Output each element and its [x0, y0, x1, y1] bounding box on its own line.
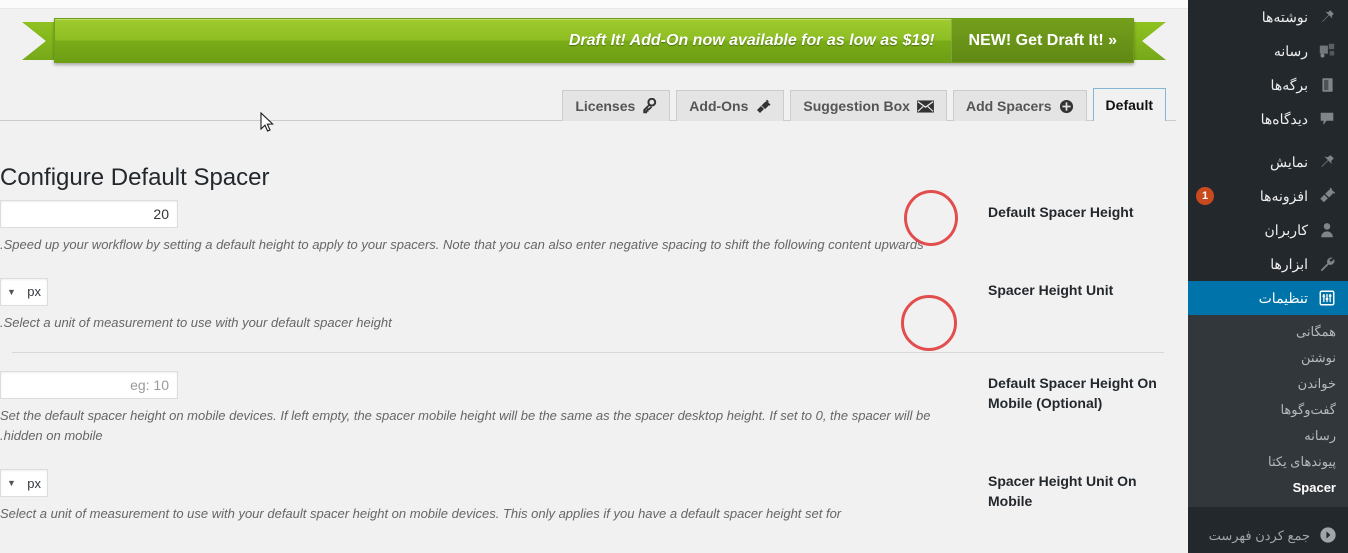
tab-licenses-label: Licenses	[575, 98, 636, 114]
sidebar-item-posts[interactable]: نوشته‌ها	[1188, 0, 1348, 34]
plus-circle-icon	[1059, 99, 1074, 114]
desc-spacer-height-unit: Select a unit of measurement to use with…	[0, 314, 392, 330]
sidebar-item-pages-label: برگه‌ها	[1270, 77, 1308, 93]
label-spacer-height-unit: Spacer Height Unit	[988, 281, 1114, 298]
settings-icon	[1317, 288, 1337, 308]
sidebar-item-media[interactable]: رسانه	[1188, 34, 1348, 68]
sidebar-item-plugins[interactable]: افزونه‌ها 1	[1188, 179, 1348, 213]
ribbon-body: « !NEW! Get Draft It !Draft It! Add-On n…	[54, 18, 1134, 63]
submenu-item-discussion[interactable]: گفت‌وگوها	[1188, 397, 1348, 423]
main-content: « !NEW! Get Draft It !Draft It! Add-On n…	[0, 0, 1188, 553]
submenu-item-media[interactable]: رسانه	[1188, 423, 1348, 449]
media-icon	[1317, 41, 1337, 61]
tab-licenses[interactable]: Licenses	[562, 90, 671, 121]
collapse-arrow-icon	[1319, 526, 1337, 547]
form-row-mobile-unit: Spacer Height Unit On Mobile px ▼ Select…	[0, 465, 1176, 529]
sidebar-item-settings[interactable]: تنظیمات	[1188, 281, 1348, 315]
tab-suggestion-box[interactable]: Suggestion Box	[790, 90, 947, 121]
sidebar-item-posts-label: نوشته‌ها	[1261, 9, 1308, 25]
collapse-menu-label: جمع کردن فهرست	[1208, 528, 1310, 543]
admin-sidebar: نوشته‌ها رسانه برگه‌ها دیدگاه‌ها ن	[1188, 0, 1348, 553]
submenu-item-general[interactable]: همگانی	[1188, 319, 1348, 345]
promo-message: !Draft It! Add-On now available for as l…	[568, 31, 935, 49]
submenu-item-writing[interactable]: نوشتن	[1188, 345, 1348, 371]
sidebar-item-tools-label: ابزارها	[1270, 256, 1308, 272]
tab-default[interactable]: Default	[1092, 88, 1166, 121]
form-row-spacer-height-unit: Spacer Height Unit px ▼ Select a unit of…	[0, 274, 1176, 338]
appearance-icon	[1317, 152, 1337, 172]
tab-default-label: Default	[1105, 97, 1153, 113]
sidebar-item-media-label: رسانه	[1273, 43, 1308, 59]
envelope-icon	[917, 99, 934, 113]
sidebar-item-appearance-label: نمایش	[1269, 154, 1308, 170]
submenu-item-spacer[interactable]: Spacer	[1188, 475, 1348, 501]
chevron-down-icon: ▼	[7, 478, 16, 489]
users-icon	[1317, 220, 1337, 240]
settings-form: Default Spacer Height Speed up your work…	[0, 196, 1176, 529]
sidebar-item-comments[interactable]: دیدگاه‌ها	[1188, 102, 1348, 136]
tab-add-ons-label: Add-Ons	[689, 98, 749, 114]
spacer-height-unit-select[interactable]: px ▼	[0, 277, 48, 306]
top-strip	[0, 0, 1188, 9]
sidebar-item-plugins-label: افزونه‌ها	[1259, 188, 1308, 204]
section-divider	[12, 351, 1164, 353]
sidebar-item-settings-label: تنظیمات	[1258, 290, 1308, 306]
submenu-item-permalinks[interactable]: پیوندهای یکتا	[1188, 449, 1348, 475]
sidebar-item-users[interactable]: کاربران	[1188, 213, 1348, 247]
page-title: Configure Default Spacer	[0, 164, 270, 192]
sidebar-item-tools[interactable]: ابزارها	[1188, 247, 1348, 281]
spacer-height-unit-value: px	[27, 284, 41, 300]
mobile-spacer-height-input[interactable]	[0, 370, 178, 399]
pin-icon	[1317, 7, 1337, 27]
tab-suggestion-box-label: Suggestion Box	[803, 98, 910, 114]
tab-add-spacers-label: Add Spacers	[965, 98, 1052, 114]
sidebar-item-appearance[interactable]: نمایش	[1188, 145, 1348, 179]
promo-cta-link[interactable]: « !NEW! Get Draft It	[950, 19, 1133, 62]
tab-add-ons[interactable]: Add-Ons	[676, 90, 785, 121]
label-mobile-height: Default Spacer Height On Mobile (Optiona…	[988, 374, 1157, 411]
collapse-menu-button[interactable]: جمع کردن فهرست	[1188, 519, 1348, 553]
label-default-spacer-height: Default Spacer Height	[988, 204, 1134, 220]
sidebar-item-comments-label: دیدگاه‌ها	[1260, 111, 1308, 127]
comment-icon	[1317, 109, 1337, 129]
submenu-item-reading[interactable]: خواندن	[1188, 371, 1348, 397]
chevron-down-icon: ▼	[7, 286, 16, 297]
page-icon	[1317, 75, 1337, 95]
mobile-height-unit-select[interactable]: px ▼	[0, 469, 48, 498]
desc-mobile-height: Set the default spacer height on mobile …	[0, 407, 931, 444]
label-mobile-unit: Spacer Height Unit On Mobile	[988, 473, 1137, 510]
key-icon	[642, 98, 657, 114]
default-spacer-height-input[interactable]	[0, 200, 178, 228]
form-row-mobile-height: Default Spacer Height On Mobile (Optiona…	[0, 367, 1176, 452]
admin-screen: « !NEW! Get Draft It !Draft It! Add-On n…	[0, 0, 1348, 553]
nav-tab-bar: Default Add Spacers Suggestion Box Add-O…	[0, 88, 1176, 121]
sidebar-item-pages[interactable]: برگه‌ها	[1188, 68, 1348, 102]
plug-icon	[755, 99, 771, 114]
sidebar-separator	[1188, 136, 1348, 145]
promo-ribbon[interactable]: « !NEW! Get Draft It !Draft It! Add-On n…	[22, 18, 1166, 63]
desc-mobile-unit: Select a unit of measurement to use with…	[0, 506, 842, 522]
plugin-icon	[1317, 186, 1337, 206]
desc-default-spacer-height: Speed up your workflow by setting a defa…	[0, 237, 924, 252]
form-row-default-spacer-height: Default Spacer Height Speed up your work…	[0, 196, 1176, 260]
tab-add-spacers[interactable]: Add Spacers	[952, 90, 1087, 121]
mobile-height-unit-value: px	[27, 475, 41, 491]
settings-submenu: همگانی نوشتن خواندن گفت‌وگوها رسانه پیون…	[1188, 315, 1348, 507]
tools-icon	[1317, 254, 1337, 274]
plugins-update-badge: 1	[1196, 187, 1214, 205]
sidebar-item-users-label: کاربران	[1264, 222, 1308, 238]
